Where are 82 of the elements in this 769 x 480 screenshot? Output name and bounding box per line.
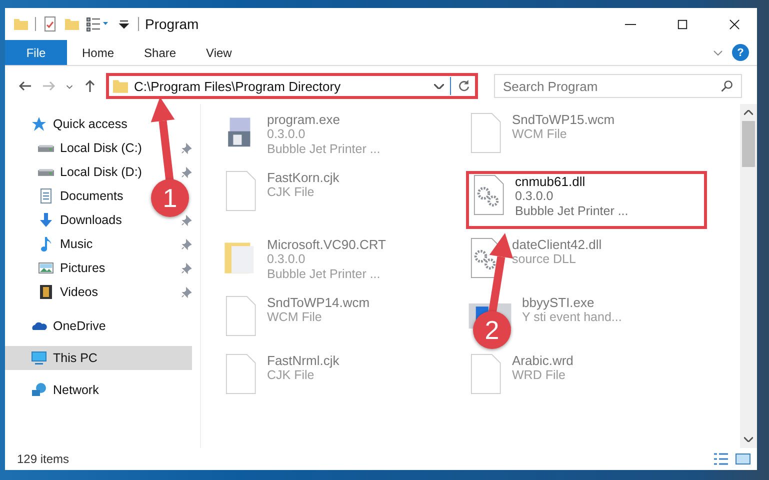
folder-icon (113, 80, 128, 92)
nav-item[interactable]: Downloads (5, 208, 130, 232)
pin-icon[interactable] (181, 214, 192, 226)
nav-item[interactable]: Videos (5, 280, 106, 304)
large-icons-view-icon[interactable] (735, 452, 751, 466)
pictures-icon (38, 260, 54, 276)
file-icon (223, 170, 257, 212)
file-detail: 0.3.0.0 (267, 252, 306, 267)
file-detail: Y sti event hand... (522, 310, 622, 325)
file-detail: Bubble Jet Printer ... (267, 142, 380, 157)
maximize-icon (676, 18, 688, 30)
view-options-icon[interactable] (86, 16, 110, 32)
file-detail: WCM File (512, 127, 568, 142)
scroll-thumb[interactable] (742, 121, 755, 167)
pin-icon[interactable] (181, 142, 192, 154)
refresh-icon[interactable] (457, 79, 471, 93)
address-bar[interactable]: C:\Program Files\Program Directory (106, 73, 478, 99)
scroll-down-icon[interactable] (744, 437, 753, 442)
file-name[interactable]: SndToWP14.wcm (267, 295, 370, 310)
file-detail: CJK File (267, 185, 316, 200)
nav-item[interactable]: Music (5, 232, 101, 256)
pin-icon[interactable] (181, 166, 192, 178)
nav-item[interactable]: Quick access (5, 112, 192, 136)
nav-item[interactable]: Local Disk (D:) (5, 160, 150, 184)
file-name: cnmub61.dll (515, 174, 586, 189)
scrollbar[interactable] (740, 104, 757, 448)
monitor-icon (31, 350, 47, 366)
step-badge: 2 (473, 311, 511, 349)
file-detail: source DLL (512, 252, 577, 267)
file-icon (223, 353, 257, 395)
file-name[interactable]: FastKorn.cjk (267, 170, 340, 185)
nav-item[interactable]: Local Disk (C:) (5, 136, 150, 160)
gear-file-icon (471, 174, 505, 216)
dropdown-icon[interactable] (434, 84, 444, 88)
file-detail: Bubble Jet Printer ... (267, 267, 382, 282)
file-detail: CJK File (267, 368, 316, 383)
details-view-icon[interactable] (713, 452, 729, 466)
file-icon (468, 112, 502, 154)
help-button[interactable]: ? (732, 44, 749, 61)
file-detail: WRD File (512, 368, 566, 383)
file-detail: Bubble Jet Printer ... (515, 204, 628, 219)
nav-item[interactable]: Pictures (5, 256, 114, 280)
file-name[interactable]: bbyySTI.exe (522, 295, 622, 310)
nav-item[interactable]: Network (5, 378, 192, 402)
file-detail: WCM File (267, 310, 323, 325)
highlighted-file-item[interactable]: cnmub61.dll 0.3.0.0 Bubble Jet Printer ... (466, 171, 707, 229)
drive-icon (38, 168, 54, 176)
film-icon (38, 284, 54, 300)
scroll-up-icon[interactable] (744, 110, 753, 115)
search-field[interactable]: Search Program (494, 74, 742, 98)
item-count: 129 items (17, 452, 70, 466)
search-icon (720, 79, 734, 93)
properties-icon[interactable] (42, 16, 58, 32)
file-icon (223, 295, 257, 337)
file-tab[interactable]: File (5, 40, 67, 65)
file-name[interactable]: SndToWP15.wcm (512, 112, 615, 127)
file-name[interactable]: Microsoft.VC90.CRT (267, 237, 386, 252)
drive-icon (38, 144, 54, 152)
ribbon-tab[interactable]: Home (67, 40, 130, 65)
nav-item[interactable]: OneDrive (5, 314, 192, 338)
nav-item[interactable]: Documents (5, 184, 132, 208)
ribbon-tab[interactable]: View (191, 40, 247, 65)
pin-icon[interactable] (181, 238, 192, 250)
file-icon (468, 353, 502, 395)
file-detail: 0.3.0.0 (515, 189, 554, 204)
pin-icon[interactable] (181, 262, 192, 274)
step-badge: 1 (151, 179, 189, 217)
nav-item[interactable]: This PC (5, 346, 192, 370)
file-name[interactable]: dateClient42.dll (512, 237, 602, 252)
window-title: Program (145, 16, 199, 32)
file-name[interactable]: FastNrml.cjk (267, 353, 340, 368)
star-icon (31, 116, 47, 132)
file-name[interactable]: Arabic.wrd (512, 353, 574, 368)
file-detail: 0.3.0.0 (267, 127, 306, 142)
pin-icon[interactable] (181, 286, 192, 298)
music-note-icon (38, 236, 54, 252)
download-icon (38, 212, 54, 228)
file-name[interactable]: program.exe (267, 112, 380, 127)
close-icon (728, 18, 740, 30)
ribbon-tab[interactable]: Share (129, 40, 192, 65)
network-icon (31, 382, 47, 398)
document-icon (38, 188, 54, 204)
